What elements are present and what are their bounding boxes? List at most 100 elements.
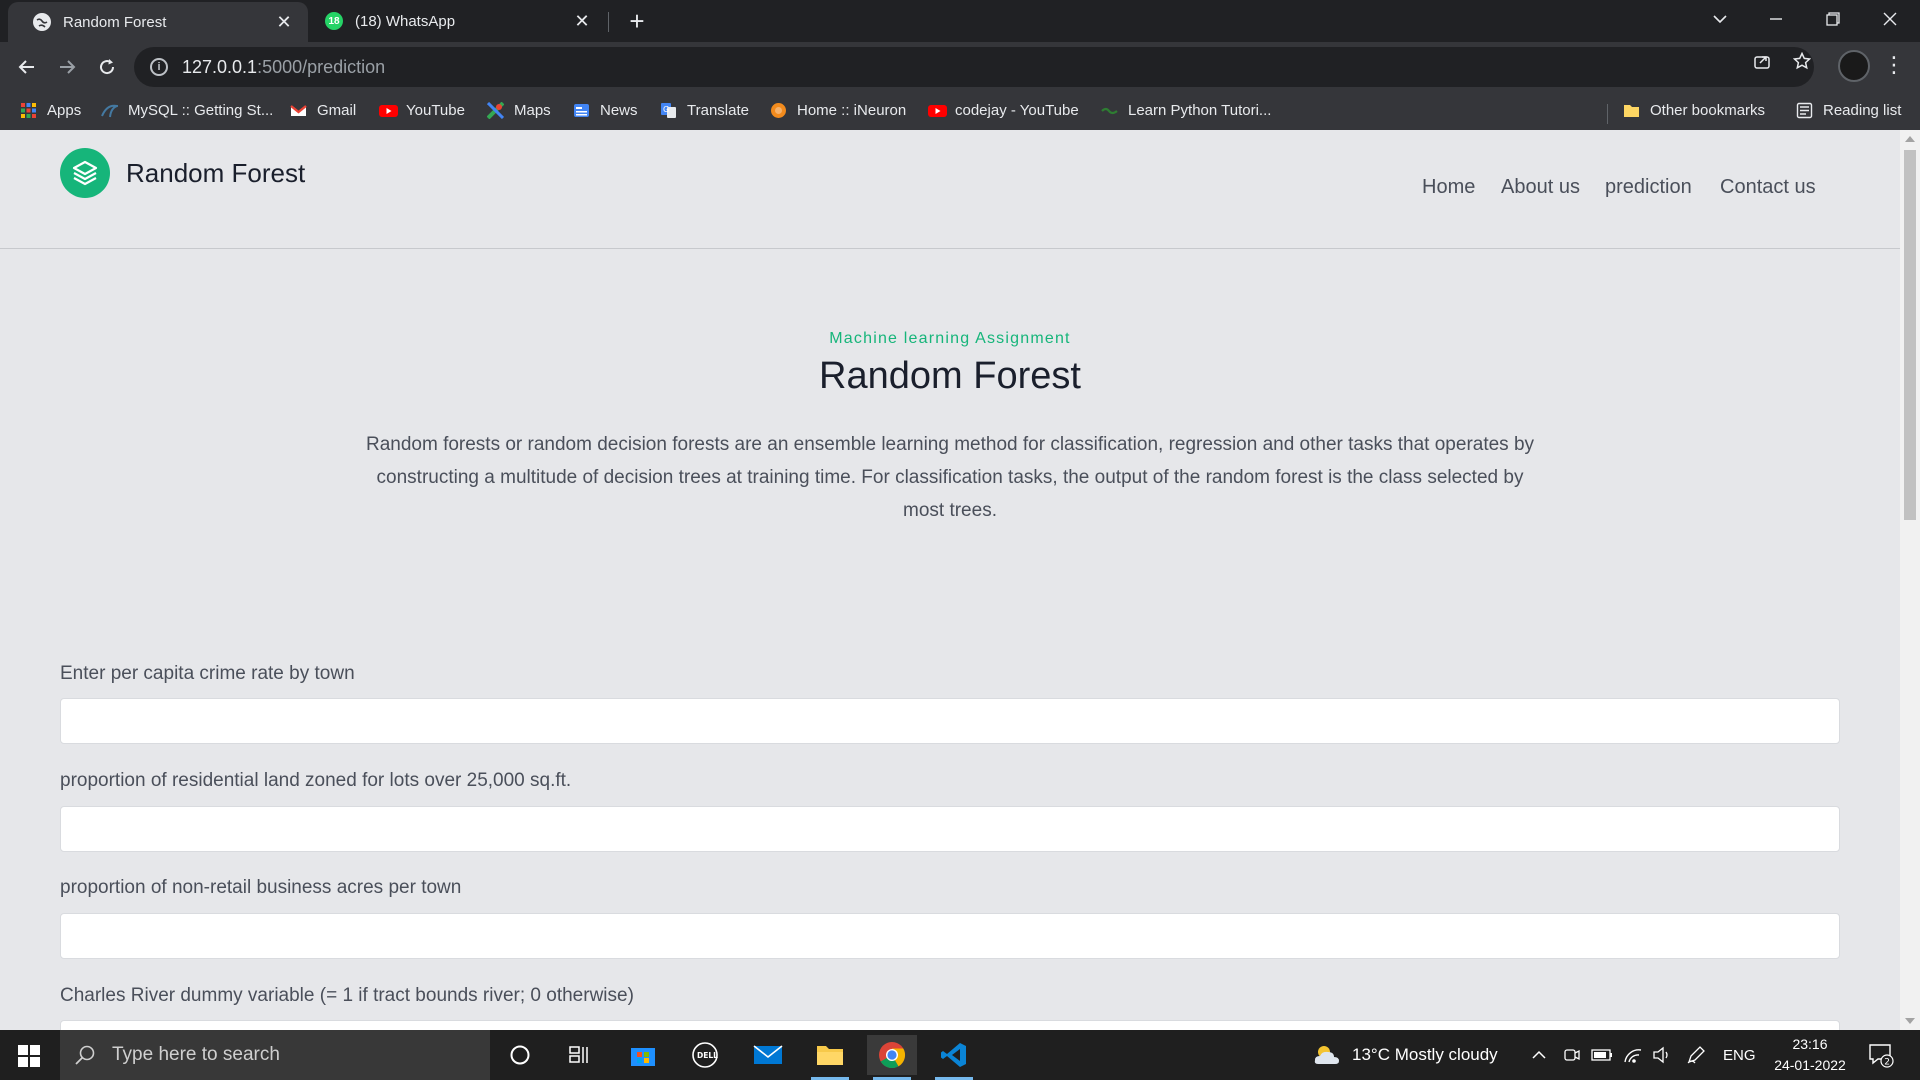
bookmark-label: codejay - YouTube — [955, 102, 1079, 119]
python-icon — [1101, 102, 1118, 119]
folder-icon — [1623, 102, 1640, 119]
layers-logo-icon — [60, 148, 110, 198]
bookmark-news[interactable]: News — [573, 102, 638, 119]
translate-icon: G — [660, 102, 677, 119]
page-scrollbar[interactable] — [1900, 130, 1920, 1030]
bookmark-label: MySQL :: Getting St... — [128, 102, 274, 119]
bookmark-codejay[interactable]: codejay - YouTube — [928, 102, 1079, 119]
minimize-button[interactable] — [1756, 0, 1796, 38]
windows-start-icon[interactable] — [18, 1045, 40, 1067]
bookmark-label: Other bookmarks — [1650, 102, 1766, 119]
taskbar-clock[interactable]: 23:16 24-01-2022 — [1760, 1034, 1860, 1076]
back-button[interactable] — [10, 50, 44, 84]
bookmark-gmail[interactable]: Gmail — [290, 102, 356, 119]
wifi-icon[interactable] — [1623, 1030, 1643, 1080]
bookmark-mysql[interactable]: MySQL :: Getting St... — [101, 102, 273, 119]
reading-list-icon — [1796, 102, 1813, 119]
dell-icon[interactable]: DELL — [680, 1035, 730, 1075]
bookmark-translate[interactable]: G Translate — [660, 102, 749, 119]
weather-widget[interactable]: 13°C Mostly cloudy — [1312, 1030, 1498, 1080]
vscode-icon[interactable] — [929, 1035, 979, 1080]
nav-contact-us[interactable]: Contact us — [1720, 176, 1816, 199]
ineuron-icon — [770, 102, 787, 119]
apps-grid-icon — [20, 102, 37, 119]
charles-river-label: Charles River dummy variable (= 1 if tra… — [60, 985, 634, 1006]
bookmark-ineuron[interactable]: Home :: iNeuron — [770, 102, 906, 119]
bookmark-python[interactable]: Learn Python Tutori... — [1101, 102, 1271, 119]
chrome-icon[interactable] — [867, 1035, 917, 1080]
address-bar[interactable]: i 127.0.0.1:5000/prediction — [134, 47, 1814, 87]
mail-icon[interactable] — [743, 1035, 793, 1075]
bookmark-label: Home :: iNeuron — [797, 102, 907, 119]
microsoft-store-icon[interactable] — [618, 1035, 668, 1075]
show-hidden-icons-chevron-icon[interactable] — [1531, 1030, 1547, 1080]
close-tab-icon[interactable]: ✕ — [274, 12, 294, 33]
bookmark-youtube[interactable]: YouTube — [379, 102, 465, 119]
crime-rate-input[interactable] — [60, 698, 1840, 744]
browser-toolbar: i 127.0.0.1:5000/prediction ⋮ Apps MySQL… — [0, 42, 1920, 130]
share-icon[interactable] — [1747, 52, 1777, 76]
windows-taskbar: Type here to search DELL 13°C Mostly clo… — [0, 1030, 1920, 1080]
reading-list-button[interactable]: Reading list — [1796, 102, 1901, 119]
tab-whatsapp[interactable]: 18 (18) WhatsApp ✕ — [300, 0, 606, 42]
brand-logo-link[interactable]: Random Forest — [60, 148, 305, 198]
restore-button[interactable] — [1813, 0, 1853, 38]
bookmark-maps[interactable]: Maps — [486, 101, 551, 120]
hero-subtitle: Machine learning Assignment — [829, 330, 1071, 347]
tab-title: (18) WhatsApp — [355, 12, 456, 30]
nav-home[interactable]: Home — [1422, 176, 1475, 199]
browser-menu-icon[interactable]: ⋮ — [1883, 50, 1905, 80]
profile-avatar[interactable] — [1838, 50, 1870, 82]
scroll-down-arrow-icon[interactable] — [1905, 1018, 1915, 1024]
nav-prediction[interactable]: prediction — [1605, 176, 1692, 199]
hero-title: Random Forest — [819, 355, 1081, 397]
file-explorer-icon[interactable] — [805, 1035, 855, 1080]
non-retail-acres-input[interactable] — [60, 913, 1840, 959]
bookmarks-separator — [1607, 104, 1608, 124]
volume-icon[interactable] — [1652, 1030, 1672, 1080]
page-viewport: Random Forest Home About us prediction C… — [0, 130, 1900, 1030]
taskbar-search-box[interactable]: Type here to search — [60, 1030, 490, 1080]
notification-center-icon[interactable]: 2 — [1868, 1042, 1894, 1068]
tab-separator — [608, 12, 609, 32]
task-view-icon[interactable] — [555, 1035, 605, 1075]
bookmark-other-bookmarks[interactable]: Other bookmarks — [1623, 102, 1765, 119]
bookmark-apps[interactable]: Apps — [20, 102, 81, 119]
charles-river-input[interactable] — [60, 1020, 1840, 1030]
crime-rate-label: Enter per capita crime rate by town — [60, 663, 355, 684]
clock-time: 23:16 — [1792, 1036, 1828, 1052]
url-host: 127.0.0.1 — [182, 56, 258, 77]
new-tab-button[interactable]: + — [623, 8, 651, 36]
bookmark-star-icon[interactable] — [1787, 51, 1817, 76]
bookmark-label: Translate — [687, 102, 749, 119]
forward-button[interactable] — [50, 50, 84, 84]
scroll-up-arrow-icon[interactable] — [1905, 136, 1915, 142]
battery-icon[interactable] — [1591, 1030, 1613, 1080]
mysql-icon — [101, 102, 121, 119]
non-retail-acres-label: proportion of non-retail business acres … — [60, 877, 462, 898]
pen-workspace-icon[interactable] — [1686, 1030, 1706, 1080]
clock-date: 24-01-2022 — [1774, 1057, 1846, 1073]
nav-about-us[interactable]: About us — [1501, 176, 1580, 199]
close-window-button[interactable] — [1870, 0, 1910, 38]
scrollbar-thumb[interactable] — [1904, 150, 1916, 520]
bookmark-label: Maps — [514, 102, 551, 119]
svg-text:DELL: DELL — [697, 1051, 718, 1060]
cortana-icon[interactable] — [495, 1035, 545, 1075]
close-tab-icon[interactable]: ✕ — [572, 11, 592, 32]
maps-icon — [486, 101, 505, 120]
meet-now-icon[interactable] — [1563, 1030, 1581, 1080]
browser-tab-strip: Random Forest ✕ 18 (18) WhatsApp ✕ + — [0, 0, 1920, 42]
youtube-icon — [928, 102, 947, 119]
bookmark-label: Gmail — [317, 102, 357, 119]
bookmarks-bar: Apps MySQL :: Getting St... Gmail YouTub… — [0, 94, 1920, 130]
tab-search-chevron-icon[interactable] — [1700, 0, 1740, 38]
tab-random-forest[interactable]: Random Forest ✕ — [8, 2, 308, 42]
bookmark-label: YouTube — [406, 102, 465, 119]
residential-land-input[interactable] — [60, 806, 1840, 852]
reload-button[interactable] — [90, 50, 124, 84]
site-info-icon[interactable]: i — [150, 58, 168, 76]
bookmark-label: Learn Python Tutori... — [1128, 102, 1272, 119]
search-placeholder: Type here to search — [112, 1044, 280, 1065]
language-indicator[interactable]: ENG — [1723, 1030, 1756, 1080]
